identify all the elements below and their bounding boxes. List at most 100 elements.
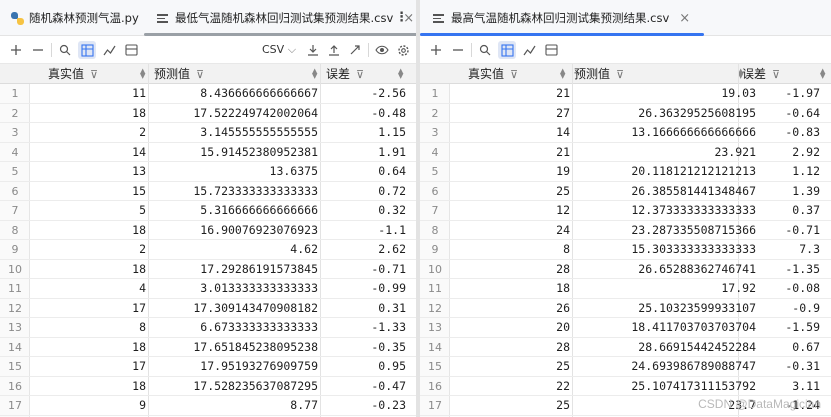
upload-icon[interactable] <box>325 41 343 59</box>
table-row[interactable]: 14 28 28.66915442452284 0.67 <box>420 338 831 358</box>
cell-predicted[interactable]: 15.723333333333333 <box>152 182 318 202</box>
table-row[interactable]: 16 18 17.528235637087295 -0.47 <box>0 377 416 397</box>
cell-actual[interactable]: 2 <box>38 240 146 260</box>
column-header-predicted[interactable]: 预测值 ⊽ <box>574 64 624 84</box>
table-row[interactable]: 10 18 17.29286191573845 -0.71 <box>0 260 416 280</box>
table-row[interactable]: 13 20 18.411703703703704 -1.59 <box>420 318 831 338</box>
close-icon[interactable]: × <box>679 11 690 26</box>
chart-view-icon[interactable] <box>520 41 538 59</box>
cell-predicted[interactable]: 23.921 <box>576 143 756 163</box>
cell-actual[interactable]: 24 <box>462 221 570 241</box>
cell-error[interactable]: 1.12 <box>762 162 820 182</box>
column-header-actual[interactable]: 真实值 ⊽ <box>48 64 98 84</box>
cell-actual[interactable]: 9 <box>38 396 146 416</box>
transpose-icon[interactable] <box>346 41 364 59</box>
cell-predicted[interactable]: 8.77 <box>152 396 318 416</box>
cell-actual[interactable]: 18 <box>38 377 146 397</box>
format-select[interactable]: CSV ⌵ <box>262 43 296 57</box>
cell-predicted[interactable]: 15.91452380952381 <box>152 143 318 163</box>
table-row[interactable]: 8 24 23.287335508715366 -0.71 <box>420 221 831 241</box>
cell-actual[interactable]: 18 <box>38 260 146 280</box>
cell-error[interactable]: -1.33 <box>324 318 406 338</box>
cell-actual[interactable]: 13 <box>38 162 146 182</box>
table-row[interactable]: 10 28 26.65288362746741 -1.35 <box>420 260 831 280</box>
cell-error[interactable]: 7.3 <box>762 240 820 260</box>
cell-actual[interactable]: 28 <box>462 338 570 358</box>
table-row[interactable]: 3 2 3.145555555555555 1.15 <box>0 123 416 143</box>
more-options-icon[interactable]: ⋮ <box>395 10 408 25</box>
cell-actual[interactable]: 25 <box>462 357 570 377</box>
cell-predicted[interactable]: 15.303333333333333 <box>576 240 756 260</box>
cell-actual[interactable]: 17 <box>38 299 146 319</box>
cell-actual[interactable]: 20 <box>462 318 570 338</box>
table-row[interactable]: 12 17 17.309143470908182 0.31 <box>0 299 416 319</box>
cell-actual[interactable]: 18 <box>38 221 146 241</box>
cell-actual[interactable]: 25 <box>462 182 570 202</box>
table-row[interactable]: 16 22 25.107417311153792 3.11 <box>420 377 831 397</box>
table-row[interactable]: 5 13 13.6375 0.64 <box>0 162 416 182</box>
cell-actual[interactable]: 5 <box>38 201 146 221</box>
table-row[interactable]: 8 18 16.90076923076923 -1.1 <box>0 221 416 241</box>
cell-predicted[interactable]: 17.92 <box>576 279 756 299</box>
cell-actual[interactable]: 18 <box>38 338 146 358</box>
cell-predicted[interactable]: 26.65288362746741 <box>576 260 756 280</box>
cell-actual[interactable]: 27 <box>462 104 570 124</box>
search-icon[interactable] <box>56 41 74 59</box>
chart-view-icon[interactable] <box>100 41 118 59</box>
cell-error[interactable]: 0.64 <box>324 162 406 182</box>
cell-actual[interactable]: 19 <box>462 162 570 182</box>
table-row[interactable]: 6 25 26.385581441348467 1.39 <box>420 182 831 202</box>
cell-predicted[interactable]: 19.03 <box>576 84 756 104</box>
cell-predicted[interactable]: 3.013333333333333 <box>152 279 318 299</box>
table-row[interactable]: 9 8 15.303333333333333 7.3 <box>420 240 831 260</box>
cell-predicted[interactable]: 25.10323599933107 <box>576 299 756 319</box>
cell-predicted[interactable]: 13.166666666666666 <box>576 123 756 143</box>
table-row[interactable]: 14 18 17.651845238095238 -0.35 <box>0 338 416 358</box>
cell-actual[interactable]: 11 <box>38 84 146 104</box>
sort-icon[interactable]: ▲ ▼ <box>820 68 825 80</box>
table-view-icon[interactable] <box>78 41 96 59</box>
table-view-icon[interactable] <box>498 41 516 59</box>
cell-error[interactable]: -0.47 <box>324 377 406 397</box>
record-view-icon[interactable] <box>122 41 140 59</box>
cell-error[interactable]: -1.59 <box>762 318 820 338</box>
cell-error[interactable]: -0.31 <box>762 357 820 377</box>
cell-actual[interactable]: 14 <box>462 123 570 143</box>
filter-icon[interactable]: ⊽ <box>772 65 780 85</box>
cell-actual[interactable]: 4 <box>38 279 146 299</box>
table-row[interactable]: 1 11 8.436666666666667 -2.56 <box>0 84 416 104</box>
cell-error[interactable]: -1.97 <box>762 84 820 104</box>
sort-icon[interactable]: ▲ ▼ <box>312 68 317 80</box>
cell-actual[interactable]: 22 <box>462 377 570 397</box>
cell-error[interactable]: -0.48 <box>324 104 406 124</box>
cell-actual[interactable]: 2 <box>38 123 146 143</box>
cell-predicted[interactable]: 23.287335508715366 <box>576 221 756 241</box>
filter-icon[interactable]: ⊽ <box>510 65 518 85</box>
sort-icon[interactable]: ▲ ▼ <box>398 68 403 80</box>
filter-icon[interactable]: ⊽ <box>356 65 364 85</box>
cell-actual[interactable]: 21 <box>462 84 570 104</box>
search-icon[interactable] <box>476 41 494 59</box>
cell-predicted[interactable]: 8.436666666666667 <box>152 84 318 104</box>
cell-error[interactable]: -0.35 <box>324 338 406 358</box>
table-row[interactable]: 13 8 6.673333333333333 -1.33 <box>0 318 416 338</box>
cell-actual[interactable]: 17 <box>38 357 146 377</box>
cell-predicted[interactable]: 12.373333333333333 <box>576 201 756 221</box>
table-row[interactable]: 4 14 15.91452380952381 1.91 <box>0 143 416 163</box>
cell-error[interactable]: 0.31 <box>324 299 406 319</box>
cell-actual[interactable]: 8 <box>462 240 570 260</box>
cell-predicted[interactable]: 25.107417311153792 <box>576 377 756 397</box>
cell-error[interactable]: -0.23 <box>324 396 406 416</box>
cell-error[interactable]: 0.72 <box>324 182 406 202</box>
cell-error[interactable]: 1.91 <box>324 143 406 163</box>
table-row[interactable]: 17 9 8.77 -0.23 <box>0 396 416 416</box>
cell-predicted[interactable]: 17.309143470908182 <box>152 299 318 319</box>
cell-predicted[interactable]: 17.522249742002064 <box>152 104 318 124</box>
cell-predicted[interactable]: 13.6375 <box>152 162 318 182</box>
cell-actual[interactable]: 28 <box>462 260 570 280</box>
filter-icon[interactable]: ⊽ <box>196 65 204 85</box>
tab-min-temp-csv[interactable]: 最低气温随机森林回归测试集预测结果.csv × <box>143 0 416 36</box>
cell-actual[interactable]: 12 <box>462 201 570 221</box>
cell-error[interactable]: -1.35 <box>762 260 820 280</box>
filter-icon[interactable]: ⊽ <box>616 65 624 85</box>
